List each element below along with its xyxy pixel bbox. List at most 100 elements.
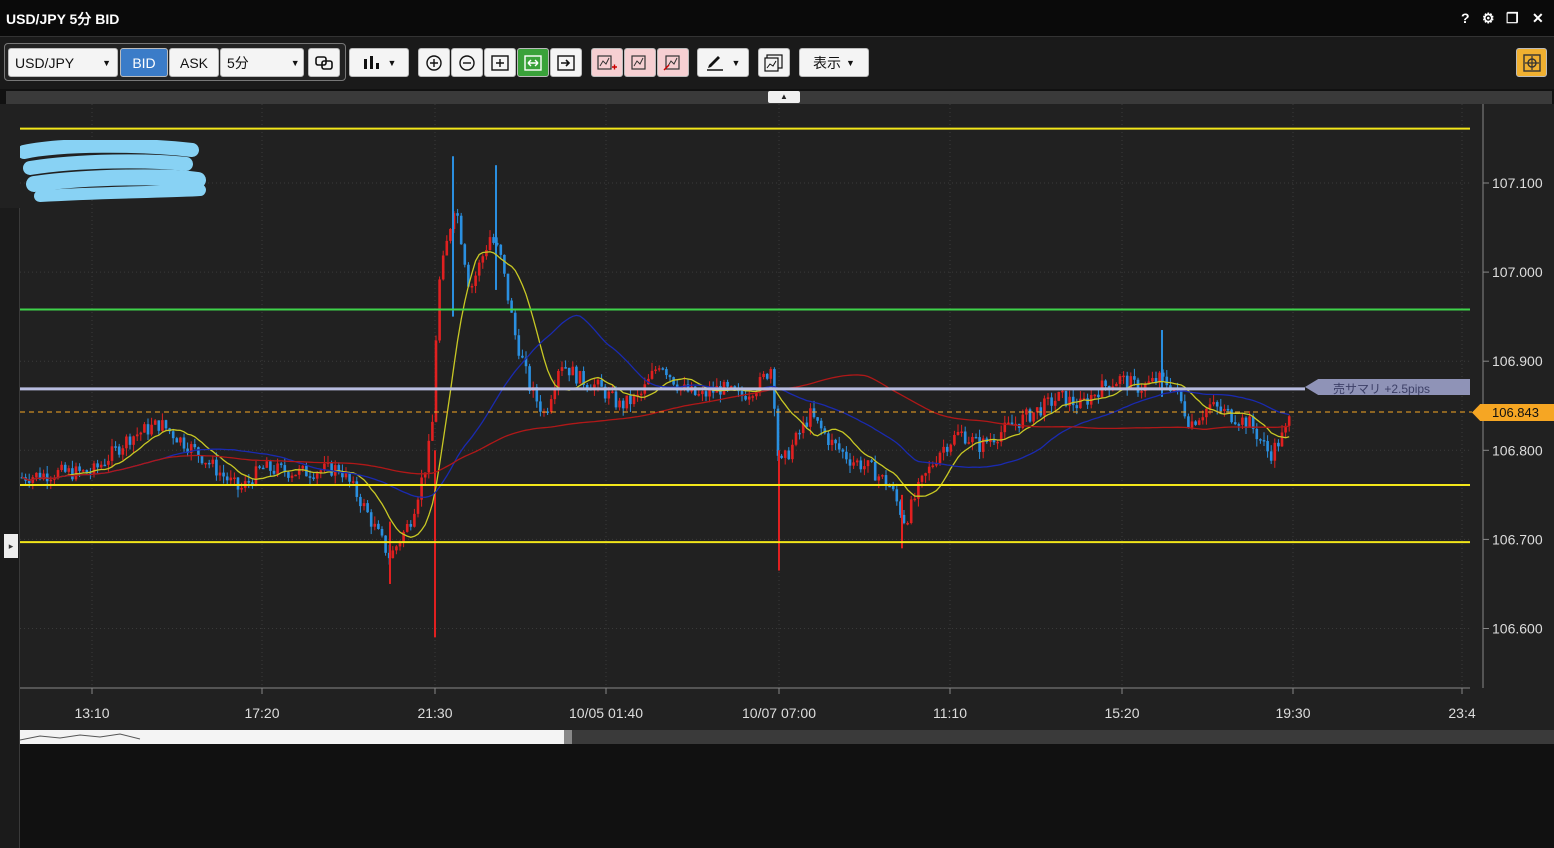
candle-body: [1237, 424, 1241, 426]
bid-label: BID: [132, 54, 156, 71]
x-tick-label: 13:10: [74, 705, 109, 721]
candle-body: [233, 477, 236, 480]
y-tick-label: 107.000: [1492, 264, 1543, 280]
candle-body: [330, 462, 333, 476]
candle-body: [161, 420, 164, 431]
candle-body: [488, 237, 492, 251]
candle-body: [567, 367, 571, 376]
ma-short-line: [21, 251, 1290, 538]
candle-body: [391, 550, 395, 559]
candle-body: [1215, 402, 1219, 407]
candle-body: [380, 528, 384, 536]
candle-body: [128, 436, 132, 445]
zoom-out-button[interactable]: [451, 48, 483, 77]
candle-body: [218, 472, 222, 476]
shift-chart-button[interactable]: [550, 48, 582, 77]
bid-toggle[interactable]: BID: [120, 48, 168, 77]
display-menu[interactable]: 表示 ▼: [799, 48, 869, 77]
remove-indicator-button[interactable]: [657, 48, 689, 77]
candle-body: [902, 514, 906, 524]
candle-body: [1226, 408, 1230, 411]
candle-body: [153, 420, 157, 425]
candle-body: [229, 477, 233, 481]
candle-body: [1212, 402, 1215, 405]
candle-body: [1043, 398, 1046, 416]
candle-body: [150, 424, 153, 435]
candle-body: [175, 438, 179, 443]
candle-body: [1032, 412, 1035, 422]
crosshair-button[interactable]: [1516, 48, 1547, 77]
candle-body: [459, 215, 463, 245]
candle-body: [1205, 408, 1208, 418]
candle-body: [521, 355, 524, 358]
symbol-select[interactable]: USD/JPY ▼: [8, 48, 118, 77]
drawing-tools-select[interactable]: ▼: [697, 48, 749, 77]
candle-body: [27, 480, 31, 483]
add-indicator-button[interactable]: [591, 48, 623, 77]
candle-body: [600, 379, 603, 387]
candle-body: [182, 437, 186, 449]
candle-body: [996, 441, 999, 444]
ask-toggle[interactable]: ASK: [169, 48, 219, 77]
gear-icon[interactable]: ⚙: [1482, 10, 1495, 27]
candle-body: [621, 400, 625, 409]
ma-long-line: [21, 374, 1290, 481]
candle-body: [463, 244, 467, 265]
candle-body: [783, 450, 787, 458]
navigator-strip[interactable]: [19, 730, 1554, 744]
position-tag[interactable]: 売サマリ +2.5pips: [1305, 379, 1470, 395]
compare-chart-button[interactable]: [758, 48, 790, 77]
chart-area[interactable]: 107.100 107.000 106.900 106.800 106.700 106.6…: [0, 104, 1554, 848]
candle-body: [369, 512, 373, 527]
help-icon[interactable]: ?: [1461, 10, 1470, 26]
candle-body: [1046, 397, 1050, 399]
candle-body: [931, 465, 935, 468]
candle-body: [60, 464, 63, 471]
candle-body: [405, 523, 409, 532]
candle-body: [1122, 375, 1125, 378]
candle-body: [1125, 375, 1129, 389]
x-tick-label: 17:20: [244, 705, 279, 721]
candle-body: [492, 237, 495, 243]
candle-body: [834, 439, 837, 444]
indicator-settings-button[interactable]: [624, 48, 656, 77]
candle-body: [434, 340, 438, 422]
navigator-window[interactable]: [19, 730, 566, 744]
price-chart[interactable]: 107.100 107.000 106.900 106.800 106.700 106.6…: [0, 104, 1554, 744]
timeframe-select[interactable]: 5分 ▼: [220, 48, 304, 77]
restore-icon[interactable]: ❐: [1506, 10, 1519, 27]
candle-body: [139, 432, 143, 435]
candle-body: [254, 466, 258, 486]
candle-body: [830, 439, 834, 446]
candle-body: [49, 479, 53, 482]
candle-body: [852, 462, 855, 466]
zoom-in-button[interactable]: [418, 48, 450, 77]
auto-scroll-button[interactable]: [517, 48, 549, 77]
candle-body: [657, 368, 661, 370]
candle-body: [549, 399, 553, 412]
candle-body: [1269, 451, 1273, 461]
fit-chart-button[interactable]: [484, 48, 516, 77]
symbol-value: USD/JPY: [15, 54, 75, 71]
y-tick-label: 106.600: [1492, 621, 1543, 637]
collapse-toggle[interactable]: ▲: [768, 91, 800, 103]
candle-body: [377, 523, 380, 529]
side-panel-toggle[interactable]: ▸: [4, 534, 18, 558]
chart-type-select[interactable]: ▼: [349, 48, 409, 77]
candle-body: [726, 381, 729, 387]
navigator-handle[interactable]: [564, 730, 572, 744]
candle-body: [474, 275, 477, 286]
link-chart-button[interactable]: [308, 48, 340, 77]
candle-body: [449, 229, 452, 241]
candle-body: [1097, 394, 1100, 398]
close-icon[interactable]: ✕: [1532, 10, 1544, 27]
chart-toolbar: USD/JPY ▼ BID ASK 5分 ▼ ▼ ▼ 表示 ▼: [0, 37, 1554, 89]
candle-body: [614, 391, 618, 408]
candle-body: [315, 473, 319, 479]
candle-body: [132, 436, 135, 445]
candle-body: [704, 391, 708, 397]
candle-body: [956, 431, 960, 435]
candle-body: [848, 459, 852, 466]
link-icon: [315, 55, 333, 70]
candle-body: [1071, 396, 1075, 406]
